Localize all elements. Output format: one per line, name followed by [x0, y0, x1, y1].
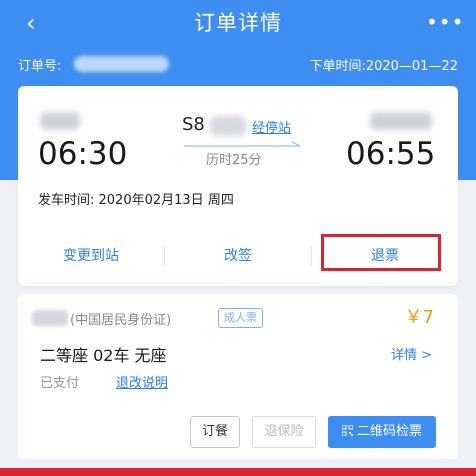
qr-checkin-button[interactable]: 二维码检票 — [328, 416, 436, 448]
seat-info: 二等座 02车 无座 — [40, 346, 167, 365]
qr-code-icon — [341, 425, 353, 436]
via-stations-link[interactable]: 经停站 — [252, 117, 291, 136]
ticket-type-badge: 成人票 — [218, 308, 263, 328]
passenger-id-type: (中国居民身份证) — [70, 313, 172, 328]
refund-rules-link[interactable]: 退改说明 — [116, 372, 168, 391]
ticket-price: ￥7 — [404, 307, 434, 328]
depart-station-redacted — [40, 112, 80, 130]
cancel-insurance-button[interactable]: 退保险 — [252, 416, 316, 448]
qr-checkin-label: 二维码检票 — [356, 424, 422, 439]
order-meal-button[interactable]: 订餐 — [190, 416, 240, 448]
reschedule-button[interactable]: 改签 — [165, 230, 311, 282]
depart-time: 06:30 — [38, 136, 128, 172]
payment-status: 已支付 — [40, 376, 80, 391]
direction-arrow-icon — [184, 141, 301, 147]
order-number-label: 订单号: — [18, 59, 62, 74]
arrive-time: 06:55 — [346, 136, 436, 172]
more-options-icon[interactable]: ••• — [426, 12, 463, 32]
departure-date: 发车时间: 2020年02月13日 周四 — [38, 193, 234, 208]
change-destination-button[interactable]: 变更到站 — [18, 230, 164, 282]
page-title: 订单详情 — [194, 11, 282, 35]
train-number: S8 — [182, 114, 205, 135]
order-info-line: 订单号: 下单时间:2020—01—22 — [18, 55, 458, 75]
refund-highlight-box — [321, 234, 441, 271]
passenger-name-redacted — [32, 310, 68, 326]
train-number-redacted — [210, 116, 246, 136]
arrive-station-redacted — [370, 112, 432, 130]
order-time: 下单时间:2020—01—22 — [309, 59, 458, 74]
trip-duration: 历时25分 — [206, 153, 262, 168]
detail-link[interactable]: 详情 > — [391, 344, 432, 363]
passenger-card: (中国居民身份证) 成人票 ￥7 二等座 02车 无座 详情 > 已支付 退改说… — [18, 294, 458, 459]
bottom-highlight-edge — [0, 468, 476, 476]
order-number-redacted — [74, 56, 169, 72]
